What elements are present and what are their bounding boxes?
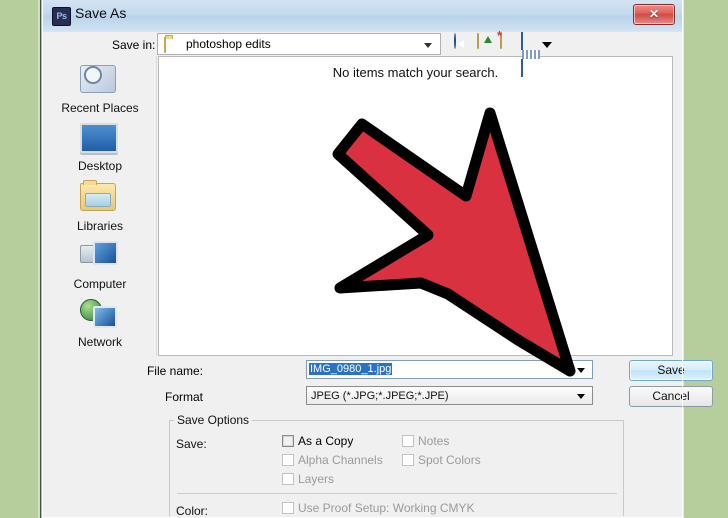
cancel-button[interactable]: Cancel — [629, 386, 713, 407]
dialog-title: Save As — [75, 5, 127, 21]
computer-icon — [80, 241, 120, 275]
format-select[interactable]: JPEG (*.JPG;*.JPEG;*.JPE) — [306, 386, 593, 405]
checkbox-label: Use Proof Setup: Working CMYK — [298, 501, 475, 515]
checkbox-label: Layers — [298, 472, 335, 486]
checkbox-label: As a Copy — [298, 434, 354, 448]
place-label: Desktop — [77, 159, 123, 173]
close-icon[interactable]: ✕ — [633, 4, 675, 25]
checkbox-box — [282, 502, 294, 514]
checkbox-label: Notes — [418, 434, 450, 448]
checkbox-box — [282, 454, 294, 466]
file-name-value: IMG_0980_1.jpg — [309, 363, 393, 375]
file-list-panel[interactable]: No items match your search. — [158, 56, 673, 356]
options-divider — [177, 493, 617, 494]
chevron-down-icon[interactable] — [424, 43, 432, 48]
chevron-down-icon[interactable] — [577, 368, 585, 373]
place-item-computer[interactable]: Computer — [44, 237, 156, 291]
place-label: Libraries — [76, 219, 124, 233]
file-name-label: File name: — [146, 364, 203, 378]
checkbox-box — [282, 473, 294, 485]
dialog-title-bar[interactable]: Ps Save As ✕ — [43, 0, 682, 32]
save-in-label: Save in: — [112, 38, 156, 52]
place-item-desktop[interactable]: Desktop — [44, 119, 156, 173]
folder-icon — [164, 37, 179, 53]
place-item-network[interactable]: Network — [44, 296, 156, 349]
views-icon[interactable] — [521, 32, 541, 77]
checkbox-box — [402, 454, 414, 466]
checkbox-box — [402, 435, 414, 447]
new-folder-icon[interactable] — [500, 33, 520, 54]
checkbox-label: Spot Colors — [418, 453, 481, 467]
views-chevron-down-icon[interactable] — [542, 42, 552, 48]
place-label: Computer — [73, 277, 127, 291]
color-row-label: Color: — [176, 504, 209, 518]
save-as-dialog: Ps Save As ✕ Recent Places Desktop Libra… — [42, 0, 713, 518]
desktop-icon — [80, 123, 120, 157]
empty-list-message: No items match your search. — [332, 65, 499, 80]
chevron-down-icon[interactable] — [577, 394, 585, 399]
photoshop-ps-icon: Ps — [52, 7, 71, 26]
place-item-recent-places[interactable]: Recent Places — [44, 60, 156, 115]
back-icon[interactable] — [454, 33, 474, 54]
place-label: Network — [77, 335, 122, 349]
checkbox-label: Alpha Channels — [298, 453, 383, 467]
save-in-select[interactable]: photoshop edits — [157, 33, 441, 55]
places-bar: Recent Places Desktop Libraries Computer… — [44, 56, 157, 356]
format-label: Format — [164, 390, 203, 404]
format-value: JPEG (*.JPG;*.JPEG;*.JPE) — [311, 390, 449, 402]
file-name-input[interactable]: IMG_0980_1.jpg — [306, 360, 593, 379]
recent-places-icon — [80, 65, 120, 99]
place-label: Recent Places — [61, 101, 139, 115]
place-item-libraries[interactable]: Libraries — [44, 178, 156, 233]
save-row-label: Save: — [176, 437, 207, 451]
up-folder-icon[interactable] — [477, 33, 497, 54]
checkbox-box — [282, 435, 294, 447]
network-icon — [80, 299, 120, 333]
libraries-icon — [80, 180, 120, 217]
screenshot-root: Ps Save As ✕ Recent Places Desktop Libra… — [0, 0, 728, 518]
save-button[interactable]: Save — [629, 360, 713, 381]
save-options-title: Save Options — [174, 413, 253, 427]
save-in-value: photoshop edits — [186, 37, 271, 51]
